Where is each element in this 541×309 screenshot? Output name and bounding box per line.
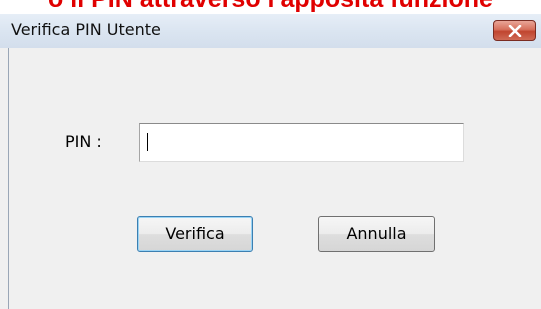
window-title: Verifica PIN Utente — [11, 20, 161, 39]
verify-button[interactable]: Verifica — [137, 216, 253, 252]
pin-input[interactable] — [139, 123, 464, 162]
dialog-body: PIN : Verifica Annulla — [8, 48, 541, 309]
text-caret — [147, 133, 148, 151]
close-button[interactable] — [493, 20, 536, 41]
pin-dialog: Verifica PIN Utente PIN : Verifica Annul… — [0, 14, 541, 309]
pin-label: PIN : — [65, 132, 102, 151]
close-icon — [508, 25, 522, 37]
screenshot: o il PIN attraverso l'apposita funzione … — [0, 0, 541, 309]
banner-text: o il PIN attraverso l'apposita funzione — [0, 0, 541, 14]
cancel-button[interactable]: Annulla — [318, 216, 435, 252]
title-bar[interactable]: Verifica PIN Utente — [0, 14, 541, 48]
